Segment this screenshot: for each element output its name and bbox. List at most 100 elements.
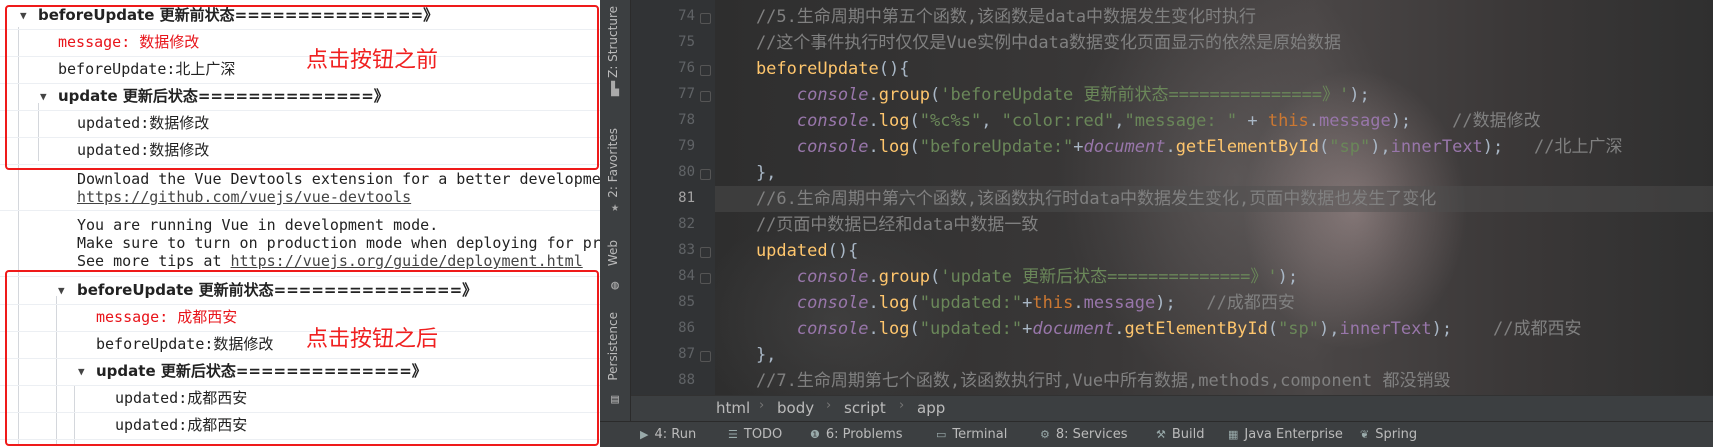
code-line[interactable]: beforeUpdate(){ (715, 56, 1713, 82)
code-token: . (868, 111, 879, 131)
line-number: 88 (678, 372, 695, 388)
code-token: ); (1390, 111, 1453, 131)
code-token: ( (929, 267, 941, 287)
fold-marker-icon[interactable] (700, 273, 711, 284)
devtools-link[interactable]: https://github.com/vuejs/vue-devtools (77, 188, 411, 206)
line-number: 80 (678, 164, 695, 180)
console-message: updated:成都西安 (115, 416, 248, 434)
code-token: updated (715, 241, 828, 261)
console-message: beforeUpdate:数据修改 (96, 335, 274, 353)
code-token: + (1237, 111, 1268, 131)
code-token: console (796, 319, 869, 339)
breadcrumb-body[interactable]: body (777, 399, 814, 417)
fold-marker-icon[interactable] (700, 65, 711, 76)
code-token: group (878, 85, 930, 105)
tool-tab-4-run[interactable]: ▶ 4: Run (640, 427, 696, 442)
breadcrumb-app[interactable]: app (917, 399, 945, 417)
code-token: //成都西安 (1493, 319, 1582, 339)
code-token: log (878, 293, 910, 313)
console-log-row: beforeUpdate:北上广深 (0, 56, 600, 84)
persistence-tab[interactable]: Persistence (606, 312, 620, 381)
tool-tab-8-services[interactable]: ⚙ 8: Services (1040, 427, 1127, 442)
console-group-header[interactable]: ▼ update 更新后状态==============》 (0, 358, 600, 386)
code-line[interactable]: //6.生命周期中第六个函数,该函数执行时data中数据发生变化,页面中数据也发… (715, 186, 1713, 212)
fold-marker-icon[interactable] (700, 13, 711, 24)
run-icon: ▶ (640, 428, 649, 441)
code-token: //北上广深 (1533, 137, 1623, 157)
web-tab[interactable]: Web (606, 240, 620, 266)
line-number-gutter: 74 75 76 77 78 79 80 81 82 83 84 85 86 87 88 (631, 0, 715, 395)
expand-triangle-icon[interactable]: ▼ (78, 358, 85, 385)
expand-triangle-icon[interactable]: ▼ (20, 2, 27, 29)
expand-triangle-icon[interactable]: ▼ (58, 277, 65, 304)
favorites-tab[interactable]: 2: Favorites (606, 128, 620, 198)
tool-tab-label: Spring (1375, 427, 1418, 442)
code-token: + (1022, 319, 1033, 339)
code-token: . (1114, 319, 1125, 339)
code-line[interactable]: console.group('beforeUpdate 更新前状态=======… (715, 82, 1713, 108)
code-token: ( (1267, 319, 1279, 339)
structure-icon: ▙ (611, 82, 619, 97)
code-token: console (796, 85, 869, 105)
line-number: 74 (678, 8, 695, 24)
code-token: , (981, 111, 1002, 131)
fold-marker-icon[interactable] (700, 247, 711, 258)
code-line[interactable]: //页面中数据已经和data中数据一致 (715, 212, 1713, 238)
code-editor[interactable]: //5.生命周期中第五个函数,该函数是data中数据发生变化时执行 //这个事件… (715, 0, 1713, 395)
annotation-label-before: 点击按钮之前 (306, 48, 439, 73)
code-line[interactable]: console.log("updated:"+document.getEleme… (715, 316, 1713, 342)
code-token: "sp" (1329, 137, 1371, 157)
fold-marker-icon[interactable] (700, 351, 711, 362)
code-token: "updated:" (919, 293, 1023, 313)
code-token: ( (909, 293, 920, 313)
line-number: 81 (678, 190, 695, 206)
breadcrumb-script[interactable]: script (844, 399, 886, 417)
code-line[interactable]: //7.生命周期第七个函数,该函数执行时,Vue中所有数据,methods,co… (715, 368, 1713, 394)
console-log-row: updated:成都西安 (0, 412, 600, 440)
console-message: updated:成都西安 (115, 389, 248, 407)
tool-tab-terminal[interactable]: ▭ Terminal (936, 427, 1007, 442)
console-group-header[interactable]: ▼ update 更新后状态==============》 (0, 83, 600, 111)
code-line[interactable]: updated(){ (715, 238, 1713, 264)
code-token: "sp" (1278, 319, 1320, 339)
fold-marker-icon[interactable] (700, 169, 711, 180)
code-line[interactable]: console.group('update 更新后状态=============… (715, 264, 1713, 290)
code-token: getElementById (1124, 319, 1268, 339)
tool-tab-spring[interactable]: ❦ Spring (1360, 427, 1417, 442)
breadcrumb-separator-icon: › (826, 398, 832, 413)
console-group-header[interactable]: ▼ beforeUpdate 更新前状态===============》 (0, 2, 600, 30)
code-line[interactable]: console.log("updated:"+this.message); //… (715, 290, 1713, 316)
code-line[interactable]: }, (715, 160, 1713, 186)
tool-tab-6-problems[interactable]: ❶ 6: Problems (810, 427, 903, 442)
fold-marker-icon[interactable] (700, 91, 711, 102)
tool-tab-java-enterprise[interactable]: ▦ Java Enterprise (1228, 427, 1343, 442)
structure-tab[interactable]: Z: Structure (606, 6, 620, 78)
terminal-icon: ▭ (936, 428, 947, 441)
code-line[interactable]: }, (715, 342, 1713, 368)
code-line[interactable]: console.log("beforeUpdate:"+document.get… (715, 134, 1713, 160)
expand-triangle-icon[interactable]: ▼ (40, 83, 47, 110)
console-message: updated:数据修改 (77, 141, 210, 159)
code-token: "message: " (1124, 111, 1238, 131)
code-line[interactable]: console.log("%c%s", "color:red","message… (715, 108, 1713, 134)
console-log-row: updated:数据修改 (0, 137, 600, 165)
code-token: innerText (1390, 137, 1483, 157)
console-group-header[interactable]: ▼ beforeUpdate 更新前状态===============》 (0, 277, 600, 305)
console-message: See more tips at (77, 252, 231, 270)
code-token: ( (929, 85, 941, 105)
code-token: ( (909, 111, 920, 131)
code-line[interactable]: //5.生命周期中第五个函数,该函数是data中数据发生变化时执行 (715, 4, 1713, 30)
code-line[interactable]: //这个事件执行时仅仅是Vue实例中data数据变化页面显示的依然是原始数据 (715, 30, 1713, 56)
breadcrumb-html[interactable]: html (716, 399, 750, 417)
code-token: "updated:" (919, 319, 1023, 339)
tool-tab-build[interactable]: ⚒ Build (1156, 427, 1205, 442)
code-token: . (868, 267, 879, 287)
group-label-suffix: 更新后状态==============》 (155, 362, 427, 380)
tool-tab-todo[interactable]: ☰ TODO (728, 427, 782, 442)
deployment-link[interactable]: https://vuejs.org/guide/deployment.html (231, 252, 583, 270)
tool-tab-label: 4: Run (654, 427, 697, 442)
code-token: (){ (827, 241, 859, 261)
